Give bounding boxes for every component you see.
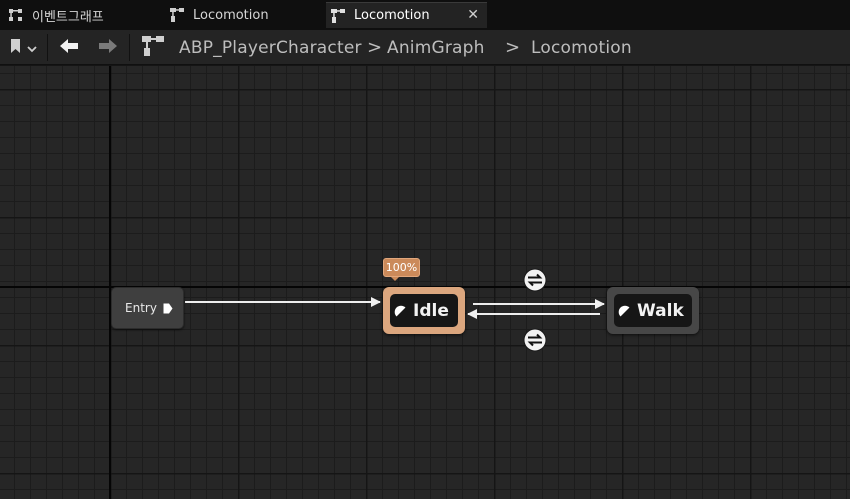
close-tab-icon[interactable]: ✕: [467, 7, 479, 23]
tab-label: 이벤트그래프: [32, 9, 104, 25]
chevron-down-icon: [27, 38, 37, 57]
exec-pin-icon[interactable]: [163, 303, 173, 314]
breadcrumb-item[interactable]: ABP_PlayerCharacter: [179, 30, 362, 65]
state-name: Walk: [637, 300, 684, 321]
breadcrumb-separator: >: [505, 37, 521, 58]
state-icon: [618, 304, 633, 319]
entry-node[interactable]: Entry: [111, 287, 184, 329]
tab-label: Locomotion: [354, 8, 430, 23]
forward-arrow-icon: [98, 38, 118, 58]
graph-toolbar: ABP_PlayerCharacter > AnimGraph > Locomo…: [0, 30, 850, 65]
back-button[interactable]: [59, 30, 79, 65]
bookmark-icon: [10, 38, 22, 57]
state-body: Walk: [614, 294, 692, 327]
toolbar-divider: [129, 34, 130, 61]
state-node-walk[interactable]: Walk: [607, 287, 699, 334]
state-body: Idle: [390, 294, 458, 327]
state-machine-icon: [141, 35, 165, 61]
breadcrumb-item[interactable]: Locomotion: [531, 30, 632, 65]
forward-button[interactable]: [98, 30, 118, 65]
tab-locomotion[interactable]: Locomotion: [169, 2, 319, 28]
state-node-idle[interactable]: Idle: [383, 287, 465, 334]
entry-label: Entry: [125, 301, 157, 315]
back-arrow-icon: [59, 38, 79, 58]
toolbar-divider: [47, 34, 48, 61]
document-tab-bar: 이벤트그래프 Locomotion Locomotion ✕: [0, 0, 850, 30]
graph-canvas[interactable]: [0, 66, 850, 499]
breadcrumb-item[interactable]: AnimGraph: [387, 30, 485, 65]
graph-type-icon-wrap: [141, 30, 165, 65]
badge-pointer: [391, 277, 399, 281]
bookmark-dropdown-button[interactable]: [10, 30, 37, 65]
breadcrumb-separator: >: [367, 37, 383, 58]
tab-locomotion-active[interactable]: Locomotion ✕: [326, 2, 487, 28]
state-weight-badge: 100%: [383, 258, 420, 277]
state-machine-icon: [330, 8, 346, 24]
tab-label: Locomotion: [193, 7, 269, 23]
tab-event-graph[interactable]: 이벤트그래프: [8, 2, 158, 28]
state-icon: [394, 304, 409, 319]
state-machine-icon: [169, 7, 185, 23]
transition-rule-icon[interactable]: [523, 328, 547, 352]
event-graph-icon: [8, 7, 24, 23]
state-name: Idle: [413, 300, 449, 321]
graph-origin-axis-vertical: [109, 66, 111, 499]
transition-rule-icon[interactable]: [523, 268, 547, 292]
